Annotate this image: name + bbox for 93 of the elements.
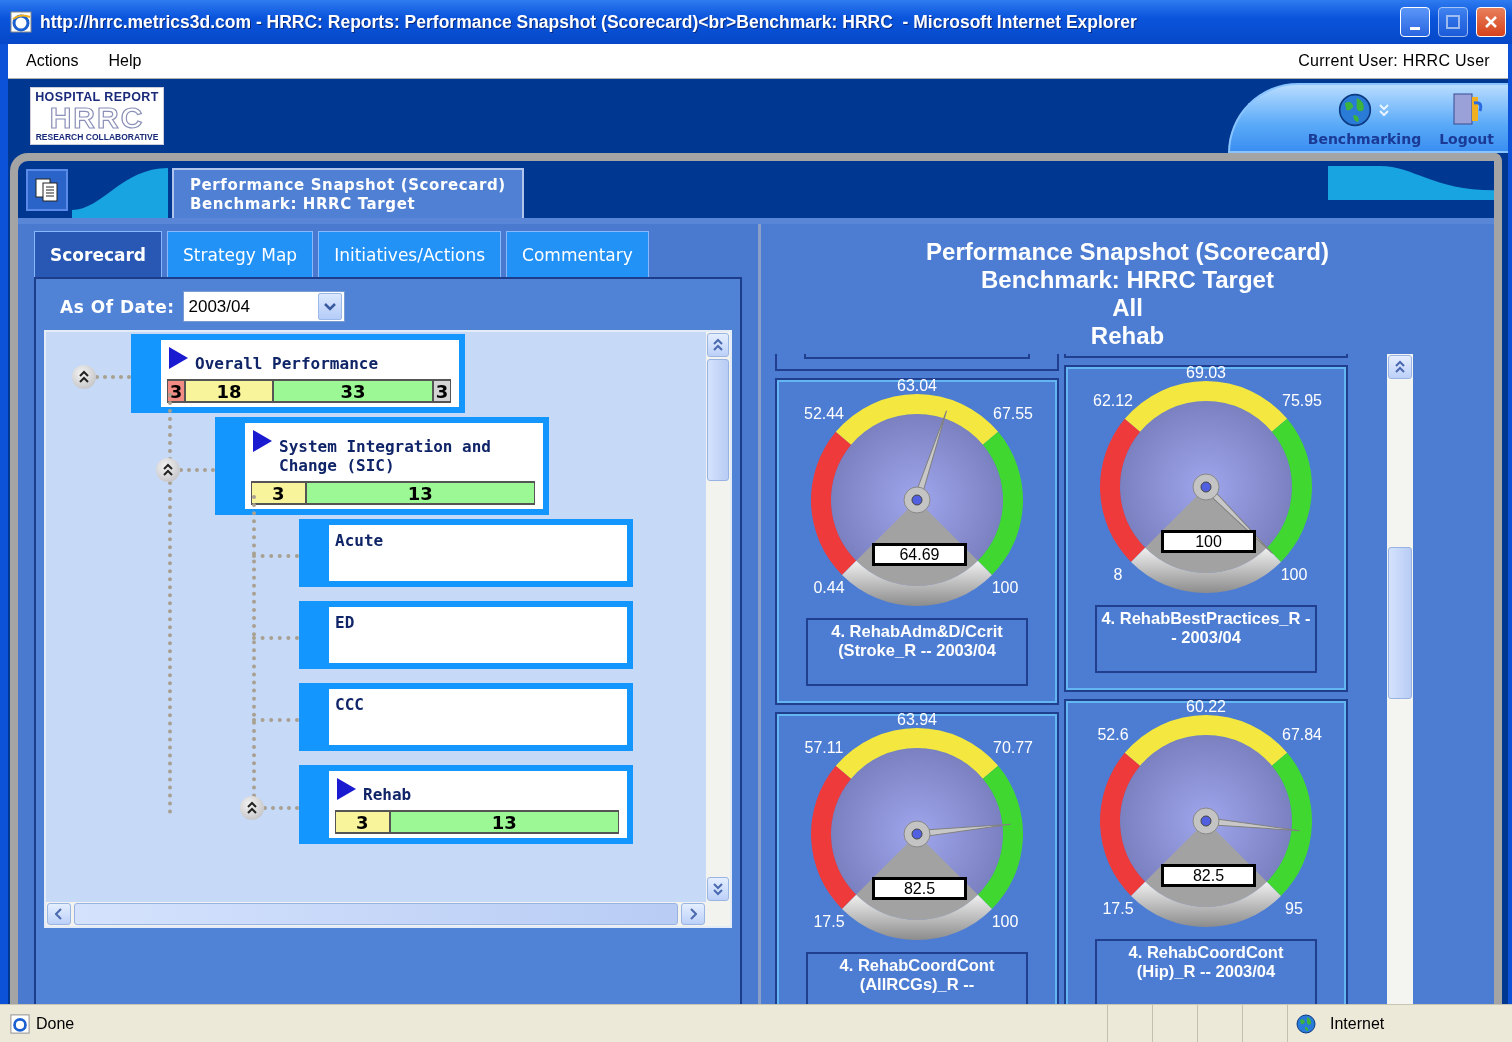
scroll-thumb[interactable] xyxy=(1388,547,1412,699)
window-title: http://hrrc.metrics3d.com - HRRC: Reports: Performance Snapshot (Scorecard)<br>Benchmark: HRRC - Microsoft Internet Explorer xyxy=(40,11,1138,33)
gauge-scale-label: 17.5 xyxy=(1102,900,1134,918)
close-icon xyxy=(1484,15,1498,29)
gauge-reading: 64.69 xyxy=(872,543,967,566)
node-title: System Integration and Change (SIC) xyxy=(279,436,492,475)
score-segment: 3 xyxy=(167,379,185,403)
gauge-scale-label: 8 xyxy=(1113,566,1123,584)
scroll-thumb[interactable] xyxy=(707,359,729,481)
score-segment: 13 xyxy=(389,810,619,834)
report-title: Rehab xyxy=(1090,322,1165,350)
scrollbar-corner xyxy=(706,902,730,926)
menu-item[interactable]: Actions xyxy=(26,52,79,70)
gauge-reading: 82.5 xyxy=(872,877,967,900)
globe-icon xyxy=(1296,1013,1316,1034)
collapse-icon xyxy=(246,801,258,816)
play-icon xyxy=(335,777,357,801)
collapse-icon xyxy=(1394,360,1406,374)
report-list-button[interactable] xyxy=(26,169,68,211)
report-title: Benchmark: HRRC Target xyxy=(981,266,1274,294)
scorecard-node[interactable]: System Integration and Change (SIC) 3 13 xyxy=(215,417,549,515)
gauge-scale-label: 100 xyxy=(991,913,1019,931)
page-icon xyxy=(10,1013,30,1034)
minimize-button[interactable] xyxy=(1400,7,1430,37)
scorecard-node[interactable]: CCC xyxy=(299,683,633,751)
collapse-toggle[interactable] xyxy=(156,457,180,482)
scorecard-node[interactable]: Acute xyxy=(299,519,633,587)
gauge-reading: 82.5 xyxy=(1161,864,1256,887)
close-button[interactable] xyxy=(1476,7,1506,37)
vertical-scrollbar[interactable] xyxy=(706,332,730,902)
score-segment: 13 xyxy=(305,481,535,505)
horizontal-scrollbar[interactable] xyxy=(46,902,706,926)
maximize-icon xyxy=(1446,15,1460,29)
gauge-scale-label: 60.22 xyxy=(1186,698,1226,716)
report-title: All xyxy=(1112,294,1143,322)
gauge-scale-label: 0.44 xyxy=(813,579,845,597)
maximize-button[interactable] xyxy=(1438,7,1468,37)
current-user-label: Current User: HRRC User xyxy=(1298,52,1490,70)
scroll-thumb[interactable] xyxy=(74,903,678,925)
gauge-scale-label: 57.11 xyxy=(804,739,844,757)
gauge-scale-label: 100 xyxy=(991,579,1019,597)
hrrc-logo: HOSPITAL REPORT HRRC RESEARCH COLLABORATIVE xyxy=(30,87,164,145)
node-title: Acute xyxy=(335,531,384,550)
gauge-scale-label: 63.94 xyxy=(897,711,937,729)
node-title: Rehab xyxy=(363,784,412,804)
collapse-icon xyxy=(712,338,724,352)
play-icon xyxy=(167,346,189,370)
date-label: As Of Date: xyxy=(60,296,175,317)
menu-item[interactable]: Help xyxy=(108,52,142,70)
gauge-reading: 100 xyxy=(1161,530,1256,553)
report-title: Performance Snapshot (Scorecard) xyxy=(926,238,1329,266)
score-segment: 3 xyxy=(433,379,451,403)
play-icon xyxy=(251,429,273,453)
gauge-scale-label: 95 xyxy=(1285,900,1303,918)
expand-icon xyxy=(712,882,724,896)
gauge-scale-label: 100 xyxy=(1280,566,1308,584)
gauge-scale-label: 75.95 xyxy=(1282,392,1322,410)
collapse-icon xyxy=(78,370,90,385)
scorecard-node[interactable]: Rehab 3 13 xyxy=(299,765,633,844)
gauge-scale-label: 17.5 xyxy=(813,913,845,931)
tab[interactable]: Scorecard xyxy=(34,231,162,277)
caret-icon xyxy=(317,293,342,320)
gauge-scale-label: 70.77 xyxy=(993,739,1033,757)
gauge-scale-label: 67.55 xyxy=(993,405,1033,423)
scorecard-node[interactable]: Overall Performance 3 18 33 3 xyxy=(131,334,465,413)
gauge-scale-label: 62.12 xyxy=(1093,392,1133,410)
vertical-scrollbar[interactable] xyxy=(1387,354,1413,1004)
gauge-scale-label: 69.03 xyxy=(1186,364,1226,382)
globe-icon xyxy=(1338,93,1373,127)
score-segment: 18 xyxy=(185,379,274,403)
collapse-toggle[interactable] xyxy=(240,796,264,821)
score-segment: 33 xyxy=(273,379,433,403)
gauge-scale-label: 52.44 xyxy=(804,405,844,423)
zone-label: Internet xyxy=(1330,1014,1385,1033)
collapse-icon xyxy=(162,462,174,477)
gauge-scale-label: 52.6 xyxy=(1097,726,1129,744)
node-title: ED xyxy=(335,613,355,632)
status-text: Done xyxy=(36,1014,75,1033)
gauge-caption: 4. RehabBestPractices_R -- 2003/04 xyxy=(1095,605,1317,673)
expand-icon xyxy=(1378,103,1391,117)
node-title: CCC xyxy=(335,695,364,714)
score-segment: 3 xyxy=(251,481,306,505)
gauge-scale-label: 63.04 xyxy=(897,377,937,395)
minimize-icon xyxy=(1410,26,1420,30)
gauge-caption: 4. RehabAdm&D/Ccrit (Stroke_R -- 2003/04 xyxy=(806,618,1028,686)
gauge-scale-label: 67.84 xyxy=(1282,726,1322,744)
browser-icon xyxy=(10,11,32,33)
node-title: Overall Performance xyxy=(195,353,379,373)
scorecard-node[interactable]: ED xyxy=(299,601,633,669)
score-segment: 3 xyxy=(335,810,390,834)
date-select[interactable]: 2003/04 xyxy=(182,291,345,322)
document-icon xyxy=(34,177,60,203)
collapse-toggle[interactable] xyxy=(72,365,96,390)
